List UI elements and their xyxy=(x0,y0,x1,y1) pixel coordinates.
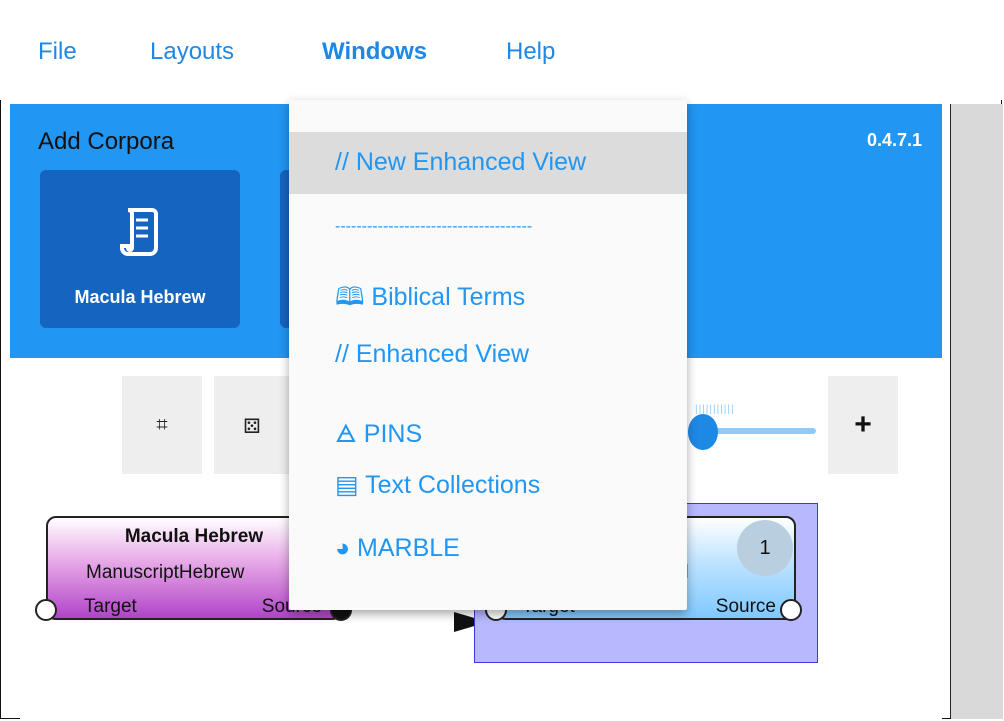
menu-item-enhanced-view[interactable]: // Enhanced View xyxy=(289,324,687,386)
menu-item-marble[interactable]: ◕ MARBLE xyxy=(289,518,687,580)
menu-item-text-collections[interactable]: ▤ Text Collections xyxy=(289,454,687,516)
dice-icon: ⚄ xyxy=(243,416,261,438)
menu-item-label: // New Enhanced View xyxy=(335,148,587,176)
menu-file[interactable]: File xyxy=(38,38,77,66)
scroll-icon xyxy=(120,208,158,256)
node-subtitle: ManuscriptHebrew xyxy=(86,562,245,583)
menu-item-label: ▤ Text Collections xyxy=(335,471,541,499)
layout-button[interactable]: ⚄ xyxy=(214,376,290,474)
menu-item-label: // Enhanced View xyxy=(335,340,530,368)
menu-item-biblical-terms[interactable]: 🕮 Biblical Terms xyxy=(289,262,687,324)
node-target-label: Target xyxy=(84,596,137,617)
node1-target-port[interactable] xyxy=(35,599,57,621)
fit-view-button[interactable]: ⌗ xyxy=(122,376,202,474)
menu-item-pins[interactable]: 🜁 PINS xyxy=(289,390,687,452)
zoom-in-button[interactable]: + xyxy=(828,376,898,474)
menu-item-label: ◕ MARBLE xyxy=(335,534,460,562)
node2-source-label: Source xyxy=(715,596,776,617)
panel-title: Add Corpora xyxy=(38,128,175,155)
zoom-slider-thumb[interactable] xyxy=(688,414,718,450)
plus-icon: + xyxy=(854,408,872,441)
version-label: 0.4.7.1 xyxy=(866,130,922,150)
fit-view-icon: ⌗ xyxy=(156,414,168,436)
corpus-card-label: Macula Hebrew xyxy=(74,287,206,307)
right-side-panel xyxy=(950,104,1003,719)
node2-source-port[interactable] xyxy=(780,599,802,621)
menu-item-new-enhanced-view[interactable]: // New Enhanced View xyxy=(289,132,687,194)
menu-item-label: 🜁 PINS xyxy=(335,420,423,448)
corpus-card-macula-hebrew[interactable]: Macula Hebrew xyxy=(40,170,240,328)
menu-help[interactable]: Help xyxy=(506,38,555,66)
node2-count-badge: 1 xyxy=(737,520,793,576)
menu-separator: ------------------------------------- xyxy=(335,218,533,235)
windows-dropdown-menu: // New Enhanced View -------------------… xyxy=(289,100,687,610)
menu-bar: File Layouts Windows Help xyxy=(0,0,1004,100)
menu-layouts[interactable]: Layouts xyxy=(150,38,234,66)
menu-windows[interactable]: Windows xyxy=(322,38,427,66)
menu-item-label: 🕮 Biblical Terms xyxy=(335,283,526,311)
